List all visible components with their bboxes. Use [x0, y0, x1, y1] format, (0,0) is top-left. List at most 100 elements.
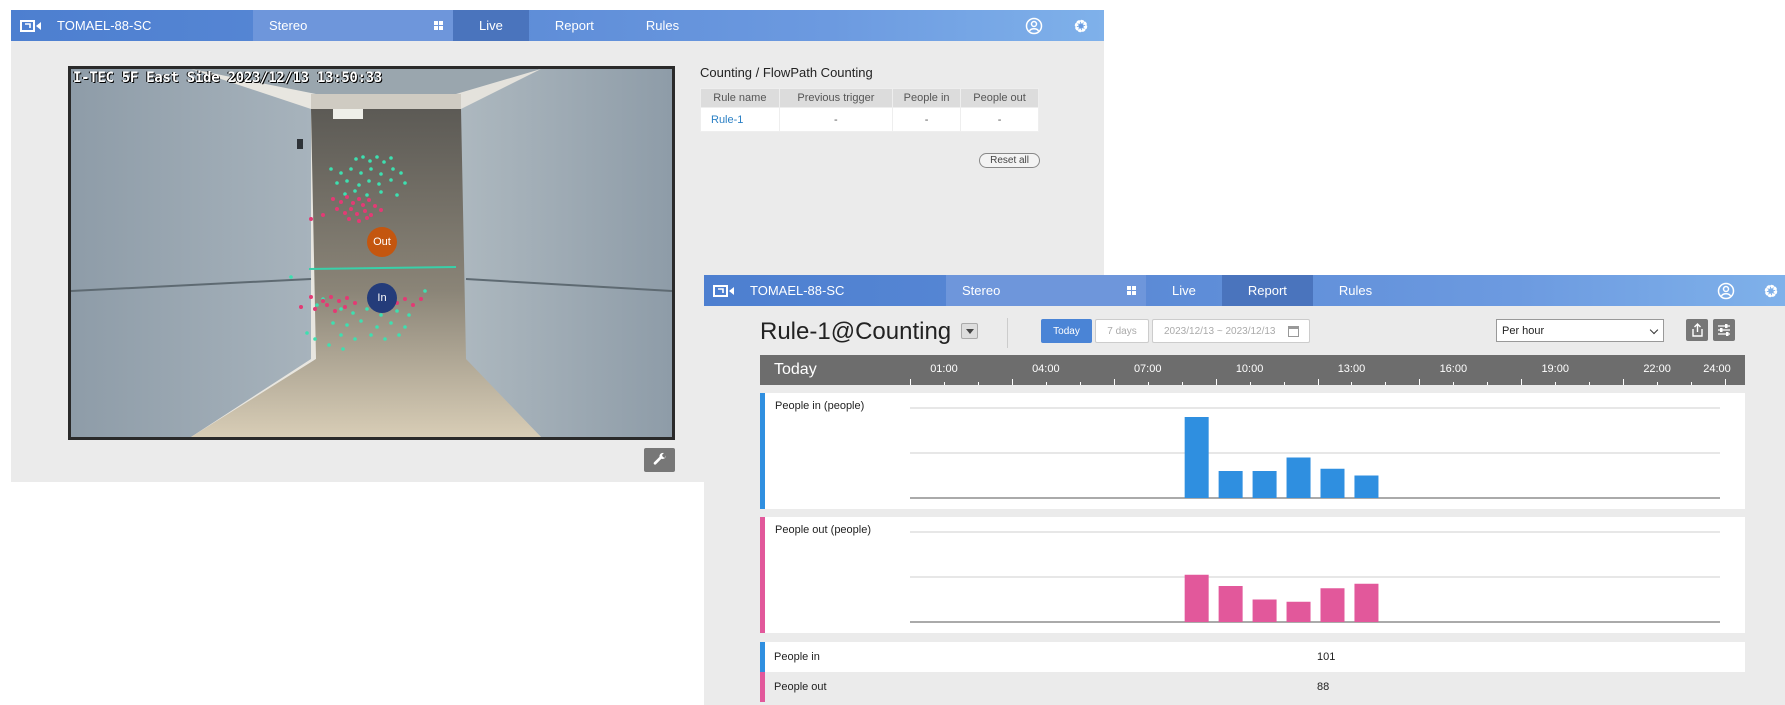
- total-in-value: 101: [1317, 651, 1336, 663]
- cell-people-in: -: [892, 107, 962, 132]
- timeline-tick-label: 01:00: [930, 363, 958, 375]
- col-people-out: People out: [960, 88, 1039, 108]
- report-title: Rule-1@Counting: [760, 318, 952, 345]
- total-out-accent: [760, 672, 765, 702]
- divider: [1007, 318, 1008, 348]
- people-out-bar-1200[interactable]: [1320, 588, 1345, 622]
- total-people-out-row: People out 88: [760, 672, 1745, 702]
- people-in-bar-1000[interactable]: [1252, 471, 1277, 498]
- settings-adjust-button[interactable]: [1713, 319, 1735, 341]
- tab-report[interactable]: Report: [1221, 275, 1313, 306]
- gear-icon[interactable]: [1072, 17, 1090, 35]
- user-icon[interactable]: [1717, 282, 1735, 300]
- out-marker[interactable]: Out: [367, 227, 397, 257]
- gear-icon[interactable]: [1762, 282, 1780, 300]
- wrench-icon: [653, 452, 666, 465]
- timeline-tick-label: 13:00: [1337, 363, 1366, 375]
- timeline-tick: [943, 382, 945, 385]
- counting-title: Counting / FlowPath Counting: [700, 65, 873, 80]
- reset-all-button[interactable]: Reset all: [979, 153, 1040, 168]
- timeline-tick: [1725, 379, 1726, 385]
- rule-link[interactable]: Rule-1: [700, 107, 780, 132]
- cell-people-out: -: [960, 107, 1039, 132]
- people-out-bar-0900[interactable]: [1218, 586, 1243, 622]
- export-button[interactable]: [1686, 319, 1708, 341]
- people-in-chart-panel: People in (people): [760, 393, 1745, 509]
- timeline-tick: [1521, 379, 1523, 385]
- top-nav-bar: TOMAEL-88-SC Stereo Live Report Rules: [704, 275, 1785, 306]
- tab-report[interactable]: Report: [529, 10, 620, 41]
- stereo-label: Stereo: [962, 283, 1001, 298]
- camera-logo-icon[interactable]: [704, 275, 744, 306]
- stereo-menu[interactable]: Stereo: [946, 275, 1146, 306]
- timeline-tick-label: 22:00: [1643, 363, 1671, 375]
- timeline-tick: [1453, 382, 1455, 385]
- timeline-tick-label: 24:00: [1703, 363, 1731, 375]
- period-select-value: Per hour: [1502, 324, 1545, 337]
- total-people-in-row: People in 101: [760, 642, 1745, 672]
- people-out-bar-1300[interactable]: [1354, 583, 1379, 622]
- timeline-tick: [977, 382, 979, 385]
- timeline-tick: [1249, 382, 1251, 385]
- camera-timestamp: I-TEC 5F East Side 2023/12/13 13:50:33: [73, 70, 382, 86]
- people-in-bar-0800[interactable]: [1184, 417, 1209, 498]
- timeline-tick: [1079, 382, 1081, 385]
- timeline-tick: [1317, 379, 1319, 385]
- tab-live[interactable]: Live: [1146, 275, 1222, 306]
- timeline-tick: [1011, 379, 1013, 385]
- people-in-bar-1200[interactable]: [1320, 468, 1345, 498]
- grid-icon[interactable]: [434, 21, 443, 30]
- timeline-tick: [1555, 382, 1557, 385]
- timeline-tick: [910, 379, 911, 385]
- device-name: TOMAEL-88-SC: [57, 18, 152, 33]
- tab-rules[interactable]: Rules: [1313, 275, 1398, 306]
- timeline-tick-label: 04:00: [1032, 363, 1060, 375]
- camera-view[interactable]: I-TEC 5F East Side 2023/12/13 13:50:33 O…: [68, 66, 675, 440]
- timeline-tick-label: 19:00: [1541, 363, 1569, 375]
- top-nav-bar: TOMAEL-88-SC Stereo Live Report Rules: [11, 10, 1104, 41]
- today-button[interactable]: Today: [1041, 319, 1092, 343]
- people-out-chart-panel: People out (people): [760, 517, 1745, 633]
- people-in-bar-0900[interactable]: [1218, 471, 1243, 498]
- timeline-tick-label: 16:00: [1439, 363, 1468, 375]
- date-range-text: 2023/12/13 ~ 2023/12/13: [1164, 325, 1276, 337]
- col-rule-name: Rule name: [700, 88, 780, 108]
- timeline-tick: [1419, 379, 1421, 385]
- col-previous-trigger: Previous trigger: [778, 88, 894, 108]
- timeline-tick: [1113, 379, 1115, 385]
- seven-days-button[interactable]: 7 days: [1095, 319, 1149, 343]
- report-dropdown-button[interactable]: [961, 323, 978, 339]
- tab-live[interactable]: Live: [453, 10, 529, 41]
- grid-icon[interactable]: [1127, 286, 1136, 295]
- timeline-label: Today: [774, 361, 817, 378]
- timeline-tick: [1351, 382, 1353, 385]
- period-select[interactable]: Per hour: [1496, 319, 1664, 342]
- user-icon[interactable]: [1025, 17, 1043, 35]
- timeline-tick: [1283, 382, 1285, 385]
- camera-logo-icon[interactable]: [11, 10, 51, 41]
- timeline-tick: [1215, 379, 1217, 385]
- timeline-tick: [1589, 382, 1591, 385]
- in-marker[interactable]: In: [367, 283, 397, 313]
- date-range-field[interactable]: 2023/12/13 ~ 2023/12/13: [1152, 319, 1310, 343]
- timeline-tick: [1045, 382, 1047, 385]
- counting-panel: Counting / FlowPath Counting Rule name P…: [700, 65, 1040, 168]
- table-row: Rule-1 - - -: [700, 107, 1039, 132]
- tab-rules[interactable]: Rules: [620, 10, 705, 41]
- timeline-tick: [1181, 382, 1183, 385]
- timeline-tick: [1657, 382, 1659, 385]
- chevron-down-icon: [1649, 325, 1659, 335]
- stereo-label: Stereo: [269, 18, 308, 33]
- people-in-bar-1300[interactable]: [1354, 475, 1379, 499]
- stereo-menu[interactable]: Stereo: [253, 10, 453, 41]
- timeline-tick: [1623, 379, 1625, 385]
- people-out-bar-0800[interactable]: [1184, 574, 1209, 622]
- people-out-bar-1000[interactable]: [1252, 599, 1277, 623]
- total-out-value: 88: [1317, 681, 1330, 693]
- people-out-bar-1100[interactable]: [1286, 601, 1311, 622]
- total-in-accent: [760, 642, 765, 672]
- wrench-button[interactable]: [644, 448, 675, 472]
- col-people-in: People in: [892, 88, 962, 108]
- calendar-icon[interactable]: [1288, 326, 1299, 337]
- people-in-bar-1100[interactable]: [1286, 457, 1311, 499]
